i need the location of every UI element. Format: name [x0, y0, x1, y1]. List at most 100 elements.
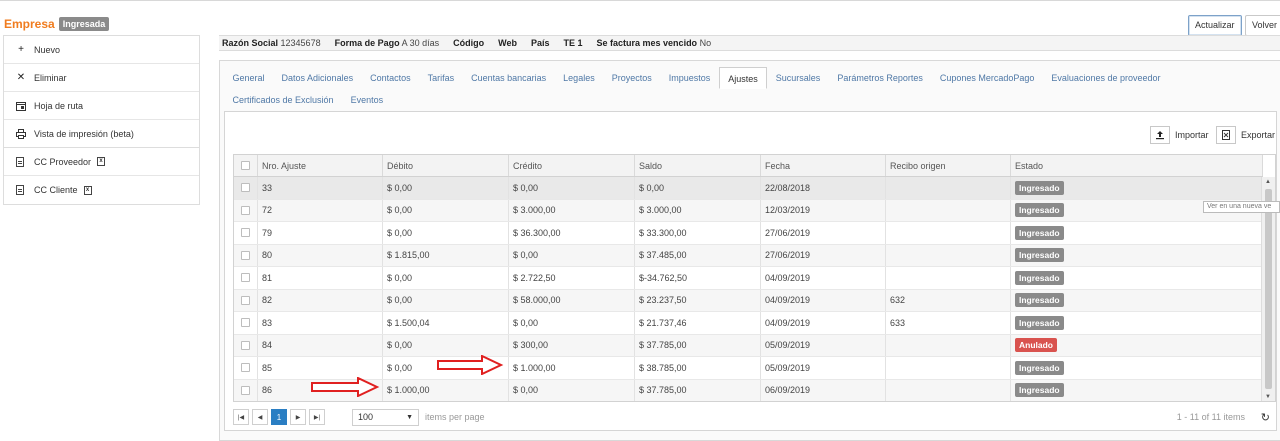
column-header[interactable]: Débito: [383, 155, 509, 176]
fecha-cell: 22/08/2018: [761, 177, 886, 199]
table-row[interactable]: 79 $ 0,00 $ 36.300,00 $ 33.300,00 27/06/2019…: [234, 222, 1263, 245]
sidebar-item-cc-proveedor[interactable]: CC Proveedor x: [4, 148, 199, 176]
scroll-down-icon[interactable]: ▼: [1265, 394, 1271, 400]
info-bar: Razón Social 12345678 Forma de Pago A 30…: [219, 35, 1280, 51]
fecha-cell: 27/06/2019: [761, 222, 886, 244]
tab-cupones-mercadopago[interactable]: Cupones MercadoPago: [931, 67, 1043, 89]
ajuste-number: 81: [258, 267, 383, 289]
page-size-select[interactable]: 100 ▼: [352, 408, 419, 426]
tab-impuestos[interactable]: Impuestos: [660, 67, 719, 89]
table-row[interactable]: 80 $ 1.815,00 $ 0,00 $ 37.485,00 27/06/2019 I…: [234, 244, 1263, 267]
saldo-cell: $ 21.737,46: [635, 312, 761, 334]
row-checkbox[interactable]: [234, 244, 258, 266]
last-page-icon[interactable]: ▶|: [309, 409, 325, 425]
first-page-icon[interactable]: |◀: [233, 409, 249, 425]
excel-icon: x: [97, 157, 106, 166]
status-badge: Ingresado: [1015, 203, 1064, 218]
recibo-cell: [886, 334, 1011, 356]
row-checkbox[interactable]: [234, 222, 258, 244]
table-row[interactable]: 84 $ 0,00 $ 300,00 $ 37.785,00 05/09/2019 Anu…: [234, 334, 1263, 357]
saldo-cell: $ 23.237,50: [635, 289, 761, 311]
tab-proyectos[interactable]: Proyectos: [603, 67, 660, 89]
tab-bar: General Datos Adicionales Contactos Tarifas…: [224, 67, 1279, 111]
tab-sucursales[interactable]: Sucursales: [767, 67, 829, 89]
tab-certificados-de-exclusion[interactable]: Certificados de Exclusión: [224, 89, 342, 111]
tab-evaluaciones-de-proveedor[interactable]: Evaluaciones de proveedor: [1043, 67, 1169, 89]
sidebar-item-label: Vista de impresión (beta): [34, 129, 134, 139]
tab-contactos[interactable]: Contactos: [362, 67, 420, 89]
row-checkbox[interactable]: [234, 177, 258, 199]
export-button[interactable]: Exportar: [1216, 126, 1275, 144]
info-te: TE 1: [563, 38, 583, 48]
column-header[interactable]: Recibo origen: [886, 155, 1011, 176]
table-row[interactable]: 81 $ 0,00 $ 2.722,50 $-34.762,50 04/09/2019 I…: [234, 267, 1263, 290]
recibo-cell: [886, 244, 1011, 266]
recibo-cell: 632: [886, 289, 1011, 311]
table-row[interactable]: 86 $ 1.000,00 $ 0,00 $ 37.785,00 06/09/2019 I…: [234, 379, 1263, 401]
recibo-cell: [886, 222, 1011, 244]
tab-eventos[interactable]: Eventos: [342, 89, 392, 111]
row-checkbox[interactable]: [234, 379, 258, 401]
credito-cell: $ 0,00: [509, 379, 635, 401]
credito-cell: $ 300,00: [509, 334, 635, 356]
table-row[interactable]: 33 $ 0,00 $ 0,00 $ 0,00 22/08/2018 Ingresado: [234, 177, 1263, 200]
recibo-cell: [886, 177, 1011, 199]
tab-datos-adicionales[interactable]: Datos Adicionales: [273, 67, 362, 89]
debito-cell: $ 1.000,00: [383, 379, 509, 401]
current-page-button[interactable]: 1: [271, 409, 287, 425]
fecha-cell: 05/09/2019: [761, 357, 886, 379]
column-header[interactable]: Estado: [1011, 155, 1263, 176]
row-checkbox[interactable]: [234, 312, 258, 334]
refresh-icon[interactable]: ↻: [1261, 411, 1270, 424]
sidebar-actions: + Nuevo ✕ Eliminar Hoja de ruta Vista de…: [3, 35, 200, 149]
row-checkbox[interactable]: [234, 357, 258, 379]
row-checkbox[interactable]: [234, 289, 258, 311]
row-checkbox[interactable]: [234, 334, 258, 356]
chevron-down-icon: ▼: [406, 413, 413, 421]
tab-legales[interactable]: Legales: [555, 67, 604, 89]
tab-general[interactable]: General: [224, 67, 273, 89]
table-row[interactable]: 83 $ 1.500,04 $ 0,00 $ 21.737,46 04/09/2019 6…: [234, 312, 1263, 335]
ajustes-content: Importar Exportar Nro. Ajuste Débito Cré…: [224, 111, 1277, 431]
import-button[interactable]: Importar: [1150, 126, 1209, 144]
credito-cell: $ 1.000,00: [509, 357, 635, 379]
estado-cell: Ingresado: [1011, 290, 1263, 312]
column-header[interactable]: Crédito: [509, 155, 635, 176]
tab-tarifas[interactable]: Tarifas: [419, 67, 463, 89]
items-per-page-label: items per page: [425, 412, 485, 422]
back-button[interactable]: Volver: [1245, 15, 1280, 36]
saldo-cell: $ 38.785,00: [635, 357, 761, 379]
debito-cell: $ 0,00: [383, 199, 509, 221]
tab-cuentas-bancarias[interactable]: Cuentas bancarias: [463, 67, 555, 89]
status-badge: Ingresada: [58, 17, 110, 31]
tab-parametros-reportes[interactable]: Parámetros Reportes: [829, 67, 932, 89]
scroll-up-icon[interactable]: ▲: [1265, 179, 1271, 185]
sidebar-item-label: Hoja de ruta: [34, 100, 84, 111]
saldo-cell: $-34.762,50: [635, 267, 761, 289]
refresh-button[interactable]: Actualizar: [1188, 15, 1242, 36]
red-arrow-annotation: [311, 377, 380, 397]
row-checkbox[interactable]: [234, 199, 258, 221]
sidebar-item-hoja-de-ruta[interactable]: Hoja de ruta: [4, 92, 199, 120]
row-checkbox[interactable]: [234, 267, 258, 289]
sidebar-item-cc-cliente[interactable]: CC Cliente x: [4, 176, 199, 204]
sidebar-item-vista-impresion[interactable]: Vista de impresión (beta): [4, 120, 199, 148]
scrollbar-thumb[interactable]: [1265, 189, 1272, 389]
column-header[interactable]: Nro. Ajuste: [258, 155, 383, 176]
column-header[interactable]: Saldo: [635, 155, 761, 176]
ajuste-number: 84: [258, 334, 383, 356]
table-row[interactable]: 82 $ 0,00 $ 58.000,00 $ 23.237,50 04/09/2019…: [234, 289, 1263, 312]
select-all-checkbox[interactable]: [234, 155, 258, 176]
sidebar-item-eliminar[interactable]: ✕ Eliminar: [4, 64, 199, 92]
table-row[interactable]: 72 $ 0,00 $ 3.000,00 $ 3.000,00 12/03/2019 In…: [234, 199, 1263, 222]
credito-cell: $ 0,00: [509, 312, 635, 334]
fecha-cell: 04/09/2019: [761, 267, 886, 289]
next-page-icon[interactable]: ▶: [290, 409, 306, 425]
prev-page-icon[interactable]: ◀: [252, 409, 268, 425]
sidebar-item-nuevo[interactable]: + Nuevo: [4, 36, 199, 64]
column-header[interactable]: Fecha: [761, 155, 886, 176]
credito-cell: $ 36.300,00: [509, 222, 635, 244]
pager: |◀ ◀ 1 ▶ ▶| 100 ▼ items per page 1 - 11 …: [233, 405, 1276, 429]
tab-ajustes[interactable]: Ajustes: [718, 67, 768, 89]
table-row[interactable]: 85 $ 0,00 $ 1.000,00 $ 38.785,00 05/09/2019 I…: [234, 357, 1263, 380]
